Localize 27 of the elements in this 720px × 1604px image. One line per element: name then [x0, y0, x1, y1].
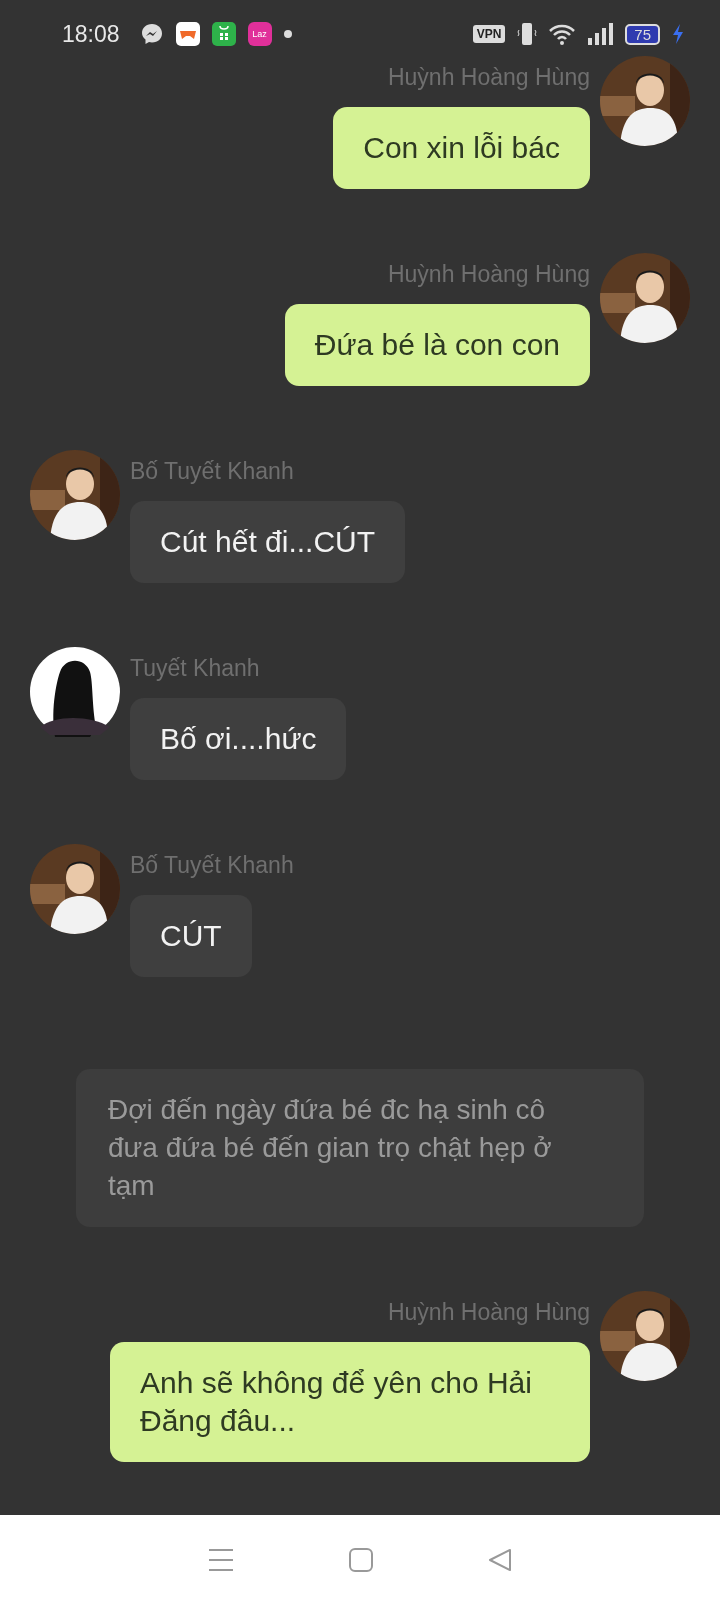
chat-bubble-icon	[139, 22, 164, 46]
app-notification-icon: Laz	[247, 22, 272, 46]
home-icon[interactable]	[349, 1547, 373, 1572]
signal-icon	[587, 23, 614, 45]
message-bubble: Đứa bé là con con	[284, 304, 590, 386]
gamepad-icon	[175, 22, 200, 46]
message-bubble: Bố ơi....hức	[130, 698, 347, 780]
message-bubble: Con xin lỗi bác	[333, 107, 590, 189]
wifi-icon	[549, 23, 576, 45]
message-bubble: CÚT	[130, 895, 252, 977]
sender-name: Huỳnh Hoàng Hùng	[387, 1299, 590, 1326]
message-bubble: Anh sẽ không để yên cho Hải Đăng đâu...	[110, 1342, 590, 1462]
narration-bubble: Đợi đến ngày đứa bé đc hạ sinh cô đưa đứa bé đến gian trọ chật hẹp ở tạm	[76, 1069, 644, 1227]
sender-name: Huỳnh Hoàng Hùng	[387, 261, 590, 288]
message-bubble: Cút hết đi...CÚT	[130, 501, 406, 583]
sender-name: Bố Tuyết Khanh	[130, 458, 294, 485]
shopping-bag-icon	[211, 22, 236, 46]
sender-name: Tuyết Khanh	[130, 655, 260, 682]
battery-indicator: 75	[625, 23, 660, 45]
back-icon[interactable]	[488, 1547, 513, 1572]
sender-name: Huỳnh Hoàng Hùng	[387, 64, 590, 91]
status-time: 18:08	[62, 20, 120, 48]
menu-icon[interactable]	[207, 1547, 234, 1572]
dot-icon	[283, 30, 292, 38]
sender-name: Bố Tuyết Khanh	[130, 852, 294, 879]
vpn-indicator: VPN	[472, 25, 506, 43]
vibrate-icon	[517, 22, 538, 46]
